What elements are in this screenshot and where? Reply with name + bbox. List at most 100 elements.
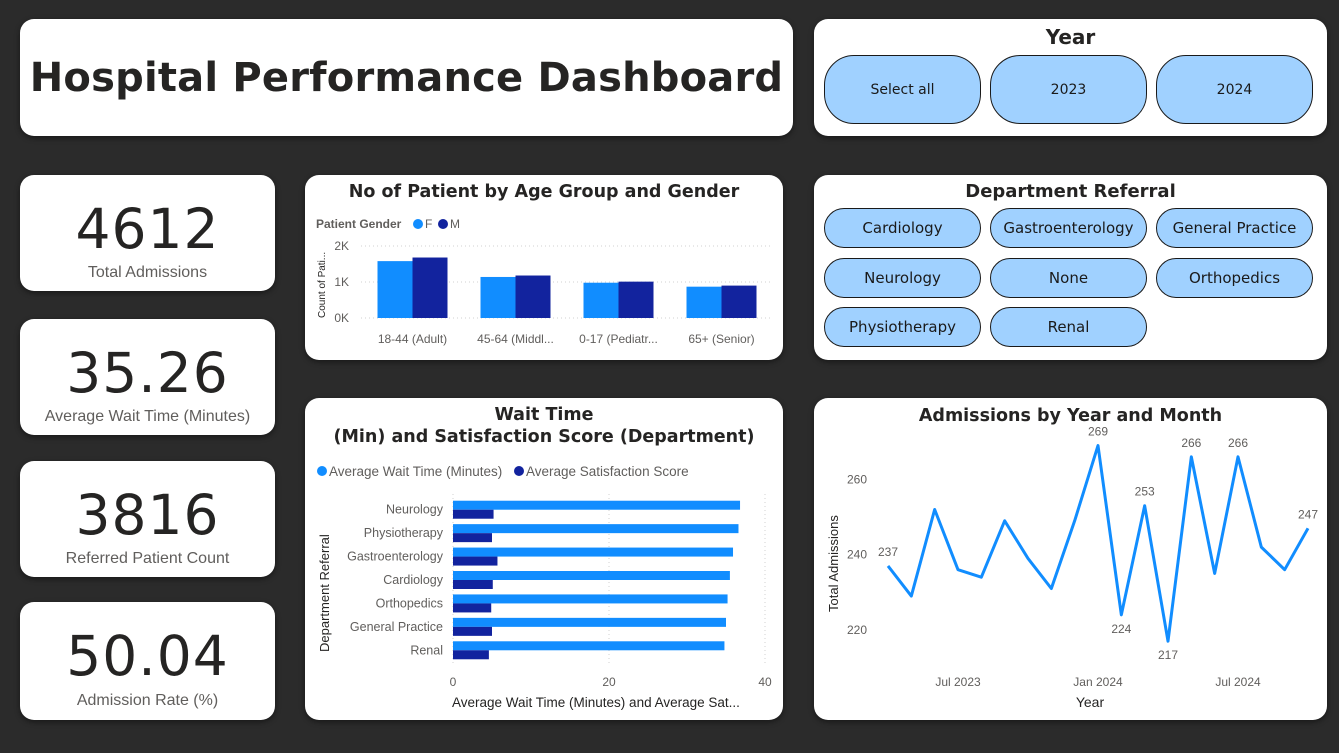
dept-option-orthopedics[interactable]: Orthopedics bbox=[1156, 258, 1313, 298]
dept-option-none[interactable]: None bbox=[990, 258, 1147, 298]
data-label: 217 bbox=[1158, 648, 1178, 662]
data-label: 224 bbox=[1111, 622, 1131, 636]
department-slicer: Department Referral Cardiology Gastroent… bbox=[814, 175, 1327, 360]
legend-swatch-m bbox=[438, 219, 448, 229]
bar-m[interactable] bbox=[412, 257, 448, 318]
bar-satisfaction[interactable] bbox=[453, 580, 493, 589]
year-option-2023[interactable]: 2023 bbox=[990, 55, 1147, 124]
bar-satisfaction[interactable] bbox=[453, 509, 494, 519]
x-tick-label: 0 bbox=[450, 675, 457, 689]
data-label: 253 bbox=[1135, 485, 1155, 499]
dashboard-title-card: Hospital Performance Dashboard bbox=[20, 19, 793, 136]
bar-f[interactable] bbox=[686, 286, 722, 318]
admissions-series-line bbox=[886, 444, 1310, 643]
admissions-line-chart: Total Admissions Year 220 240 260 Jul 2023… bbox=[826, 425, 1318, 710]
bar-wait-time[interactable] bbox=[453, 617, 726, 627]
data-label: 266 bbox=[1181, 436, 1201, 450]
kpi-value: 50.04 bbox=[66, 624, 229, 688]
kpi-card-referred-patient-count: 3816 Referred Patient Count bbox=[20, 461, 275, 577]
y-tick-label: 260 bbox=[847, 472, 867, 486]
x-tick-label: 18-44 (Adult) bbox=[378, 332, 447, 346]
y-tick-label: 1K bbox=[334, 275, 349, 289]
y-tick-label: Gastroenterology bbox=[347, 550, 444, 564]
dept-option-neurology[interactable]: Neurology bbox=[824, 258, 981, 298]
x-tick-label: 0-17 (Pediatr... bbox=[579, 332, 658, 346]
bar-wait-time[interactable] bbox=[453, 524, 739, 534]
bar-satisfaction[interactable] bbox=[453, 650, 489, 660]
dept-option-gastroenterology[interactable]: Gastroenterology bbox=[990, 208, 1147, 248]
legend-swatch-satisfaction bbox=[514, 466, 524, 476]
page-title: Hospital Performance Dashboard bbox=[29, 54, 784, 101]
kpi-label: Total Admissions bbox=[87, 264, 208, 281]
bar-satisfaction[interactable] bbox=[453, 603, 492, 613]
x-tick-label: Jan 2024 bbox=[1073, 675, 1123, 689]
x-tick-label: Jul 2024 bbox=[1215, 675, 1261, 689]
wait-satisfaction-chart: Average Wait Time (Minutes) Average Sati… bbox=[317, 464, 772, 710]
x-tick-label: 40 bbox=[758, 675, 772, 689]
dept-option-physiotherapy[interactable]: Physiotherapy bbox=[824, 307, 981, 347]
legend-swatch-wait bbox=[317, 466, 327, 476]
bar-wait-time[interactable] bbox=[453, 500, 741, 510]
legend-label-f: F bbox=[425, 217, 432, 231]
x-tick-label: Jul 2023 bbox=[935, 675, 981, 689]
y-tick-label: 0K bbox=[334, 311, 349, 325]
dept-option-general-practice[interactable]: General Practice bbox=[1156, 208, 1313, 248]
year-option-select-all[interactable]: Select all bbox=[824, 55, 981, 124]
x-tick-label: 65+ (Senior) bbox=[688, 332, 754, 346]
y-tick-label: Orthopedics bbox=[376, 596, 443, 610]
kpi-card-total-admissions: 4612 Total Admissions bbox=[20, 175, 275, 291]
kpi-value: 3816 bbox=[75, 483, 220, 547]
data-label: 269 bbox=[1088, 425, 1108, 439]
legend-label-m: M bbox=[450, 217, 460, 231]
bar-m[interactable] bbox=[515, 275, 551, 318]
kpi-value: 35.26 bbox=[66, 341, 229, 405]
legend-label-wait: Average Wait Time (Minutes) bbox=[329, 464, 502, 479]
year-slicer-title: Year bbox=[1045, 25, 1096, 49]
y-tick-label: Physiotherapy bbox=[364, 526, 444, 540]
bar-wait-time[interactable] bbox=[453, 594, 728, 604]
y-tick-label: Neurology bbox=[386, 503, 444, 517]
x-axis-label: Year bbox=[1076, 694, 1105, 710]
dept-option-cardiology[interactable]: Cardiology bbox=[824, 208, 981, 248]
bar-wait-time[interactable] bbox=[453, 641, 725, 651]
legend-title: Patient Gender bbox=[316, 217, 402, 231]
x-tick-label: 45-64 (Middl... bbox=[477, 332, 554, 346]
y-tick-label: 240 bbox=[847, 548, 867, 562]
y-tick-label: General Practice bbox=[350, 620, 443, 634]
x-tick-label: 20 bbox=[602, 675, 616, 689]
data-label: 237 bbox=[878, 545, 898, 559]
y-tick-label: Renal bbox=[410, 643, 443, 657]
bar-satisfaction[interactable] bbox=[453, 533, 492, 543]
bar-f[interactable] bbox=[480, 276, 516, 318]
x-axis-label: Average Wait Time (Minutes) and Average … bbox=[452, 695, 740, 710]
bar-wait-time[interactable] bbox=[453, 547, 734, 557]
legend-swatch-f bbox=[413, 219, 423, 229]
age-gender-chart: Patient Gender F M Count of Pati... 0K 1K… bbox=[316, 217, 773, 346]
data-label: 247 bbox=[1298, 507, 1318, 521]
bar-m[interactable] bbox=[618, 281, 654, 318]
kpi-value: 4612 bbox=[75, 197, 220, 261]
age-gender-chart-card: No of Patient by Age Group and Gender Pa… bbox=[305, 175, 783, 360]
bar-satisfaction[interactable] bbox=[453, 626, 492, 636]
bar-f[interactable] bbox=[377, 261, 413, 318]
y-tick-label: 220 bbox=[847, 623, 867, 637]
y-axis-label: Total Admissions bbox=[826, 515, 841, 612]
bar-m[interactable] bbox=[721, 285, 757, 318]
y-tick-label: Cardiology bbox=[383, 573, 444, 587]
bar-wait-time[interactable] bbox=[453, 571, 730, 580]
dept-option-renal[interactable]: Renal bbox=[990, 307, 1147, 347]
y-axis-label: Count of Pati... bbox=[317, 252, 328, 318]
department-slicer-title: Department Referral bbox=[965, 181, 1176, 202]
kpi-card-admission-rate: 50.04 Admission Rate (%) bbox=[20, 602, 275, 720]
y-tick-label: 2K bbox=[334, 239, 349, 253]
kpi-label: Admission Rate (%) bbox=[76, 692, 219, 709]
y-axis-label: Department Referral bbox=[317, 534, 332, 652]
kpi-card-average-wait-time: 35.26 Average Wait Time (Minutes) bbox=[20, 319, 275, 435]
bar-satisfaction[interactable] bbox=[453, 556, 498, 566]
year-option-2024[interactable]: 2024 bbox=[1156, 55, 1313, 124]
legend-label-satisfaction: Average Satisfaction Score bbox=[526, 464, 689, 479]
data-label: 266 bbox=[1228, 436, 1248, 450]
admissions-line-chart-card: Admissions by Year and Month Total Admis… bbox=[814, 398, 1327, 720]
bar-f[interactable] bbox=[583, 282, 619, 318]
wait-satisfaction-chart-card: Wait Time (Min) and Satisfaction Score (D… bbox=[305, 398, 783, 720]
